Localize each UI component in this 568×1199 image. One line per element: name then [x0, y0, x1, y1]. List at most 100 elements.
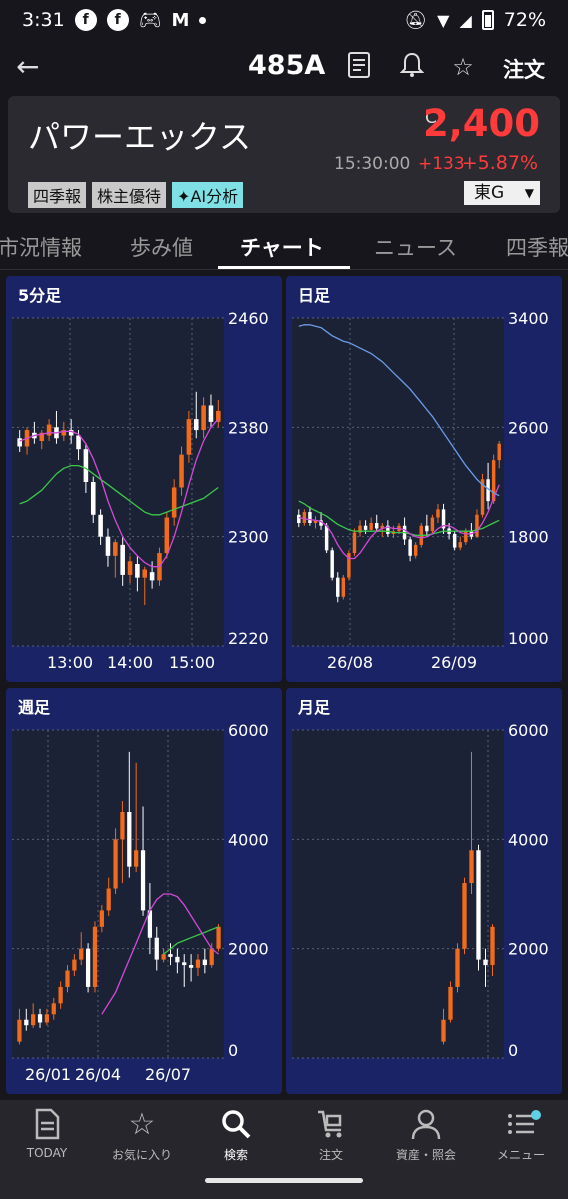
- candle-body: [209, 948, 214, 966]
- star-icon[interactable]: ☆: [448, 52, 478, 82]
- y-tick-label: 6000: [228, 721, 269, 740]
- candle-body: [31, 1014, 36, 1026]
- bell-icon[interactable]: [397, 52, 427, 82]
- candle-body: [413, 544, 418, 556]
- x-tick-label: 15:00: [169, 653, 215, 672]
- candle-body: [188, 965, 194, 968]
- candle-body: [154, 937, 159, 960]
- candle-body: [208, 405, 214, 422]
- candle-body: [90, 482, 96, 515]
- stock-name: パワーエックス: [28, 118, 252, 156]
- y-tick-label: 2460: [228, 309, 269, 328]
- tab-news[interactable]: ニュース: [374, 232, 457, 262]
- candle-body: [497, 443, 501, 461]
- candle-body: [79, 948, 84, 960]
- nav-today[interactable]: TODAY: [0, 1108, 97, 1160]
- candle-body: [149, 572, 155, 581]
- tab-market[interactable]: 市況情報: [0, 232, 82, 262]
- tag-ai-analysis[interactable]: ✦AI分析: [172, 182, 244, 208]
- candle-body: [17, 438, 22, 447]
- candle-body: [436, 509, 440, 518]
- x-tick-label: 26/07: [145, 1065, 191, 1084]
- candle-body: [37, 1014, 43, 1023]
- search-icon: [186, 1108, 286, 1142]
- candle-body: [330, 550, 334, 578]
- chart-panel-monthly[interactable]: 月足 6000 4000 2000 0: [286, 688, 562, 1094]
- y-tick-label: 4000: [508, 830, 549, 849]
- y-tick-label: 6000: [508, 721, 549, 740]
- battery-level: 72%: [503, 9, 546, 31]
- app-header: ← 485A ☆ 注文: [0, 40, 568, 94]
- x-tick-label: 26/08: [327, 653, 373, 672]
- candle-body: [452, 533, 457, 548]
- tag-yutai[interactable]: 株主優待: [92, 182, 167, 208]
- candle-body: [483, 959, 488, 966]
- order-button[interactable]: 注文: [503, 54, 545, 84]
- exchange-select[interactable]: 東G ▼: [464, 181, 540, 205]
- home-indicator: [205, 1178, 363, 1183]
- tab-shikiho[interactable]: 四季報: [506, 232, 568, 262]
- active-tab-indicator: [218, 266, 350, 269]
- y-tick-label: 0: [508, 1041, 518, 1060]
- y-tick-label: 0: [228, 1041, 238, 1060]
- chart-panel-weekly[interactable]: 週足 6000 4000 2000 0 26/01 26/04 26/07: [6, 688, 282, 1094]
- candle-body: [99, 910, 104, 927]
- y-tick-label: 2220: [228, 629, 269, 648]
- mute-icon: 🔕︎: [404, 9, 428, 31]
- candle-body: [76, 435, 81, 450]
- bottom-navigation: TODAY ☆ お気に入り 検索 注文 資産・照会 メニュー: [0, 1100, 568, 1199]
- price-time: 15:30:00: [334, 154, 411, 174]
- candle-body: [408, 539, 412, 556]
- price-change: +133: [418, 154, 465, 174]
- candle-body: [85, 948, 91, 987]
- chart-panel-daily[interactable]: 日足 3400 2600 1800 1000 26/08 26/09: [286, 276, 562, 682]
- candlestick-chart: 2460 2380 2300 2220 13:00 14:00 15:00: [12, 309, 269, 672]
- ticker-code: 485A: [248, 50, 326, 81]
- back-arrow-icon[interactable]: ←: [16, 50, 50, 84]
- y-tick-label: 2000: [228, 940, 269, 959]
- y-tick-label: 4000: [228, 830, 269, 849]
- nav-order[interactable]: 注文: [281, 1108, 381, 1163]
- tag-shikiho[interactable]: 四季報: [28, 182, 87, 208]
- nav-search[interactable]: 検索: [186, 1108, 286, 1163]
- exchange-value: 東G: [474, 183, 505, 203]
- candle-body: [425, 525, 429, 532]
- candle-body: [336, 577, 340, 597]
- candle-body: [24, 1019, 29, 1026]
- candle-body: [113, 542, 118, 556]
- candle-body: [302, 512, 307, 523]
- candle-body: [455, 948, 460, 987]
- nav-menu[interactable]: メニュー: [471, 1108, 568, 1163]
- y-tick-label: 2000: [508, 940, 549, 959]
- candle-body: [430, 517, 435, 532]
- tab-trades[interactable]: 歩み値: [130, 232, 193, 262]
- caret-down-icon: ▼: [524, 186, 534, 200]
- chart-panel-5min[interactable]: 5分足 2460 2380 2300 2220 13:00 14:00 15:00: [6, 276, 282, 682]
- tab-chart[interactable]: チャート: [240, 232, 324, 262]
- nav-favorites[interactable]: ☆ お気に入り: [92, 1108, 192, 1163]
- nav-label: 資産・照会: [395, 1148, 456, 1162]
- candle-body: [352, 532, 357, 554]
- candlestick-chart: 6000 4000 2000 0: [292, 721, 549, 1060]
- candle-body: [469, 850, 474, 884]
- nav-label: TODAY: [26, 1146, 68, 1160]
- wifi-icon: ▼: [437, 10, 450, 30]
- nav-assets[interactable]: 資産・照会: [376, 1108, 476, 1163]
- memo-icon[interactable]: [344, 52, 374, 82]
- candle-body: [168, 954, 173, 957]
- candle-body: [127, 812, 132, 867]
- candle-body: [448, 986, 453, 1020]
- candle-body: [201, 405, 206, 431]
- candle-body: [113, 839, 118, 889]
- candle-body: [369, 523, 373, 530]
- candle-body: [202, 959, 207, 966]
- candle-body: [308, 512, 312, 523]
- signal-icon: ◢: [459, 10, 472, 30]
- candle-body: [216, 926, 221, 949]
- candle-body: [186, 419, 192, 455]
- candlestick-chart: 6000 4000 2000 0 26/01 26/04 26/07: [12, 721, 269, 1084]
- y-tick-label: 1000: [508, 629, 549, 648]
- candle-body: [464, 531, 468, 543]
- candle-body: [51, 1003, 56, 1015]
- candle-body: [65, 970, 70, 987]
